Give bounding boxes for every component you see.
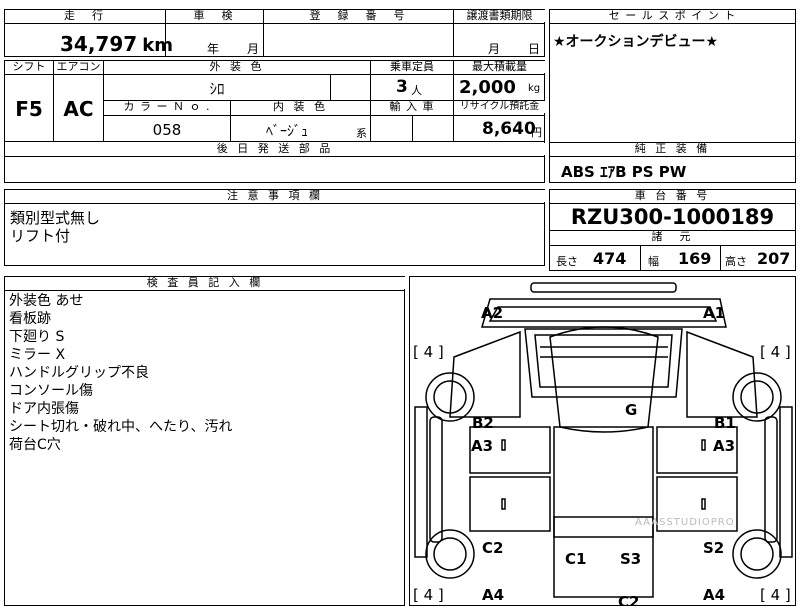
inspector-lines: 外装色 あせ 看板跡 下廻り S ミラー X ハンドルグリップ不良 コンソール傷… — [9, 292, 232, 454]
panel-label-c2: C2 — [482, 539, 504, 557]
spec-height: 207 — [757, 249, 791, 268]
aircon-header: エアコン — [54, 61, 103, 73]
inspection-year-label: 年 — [207, 42, 220, 56]
caution-header: 注 意 事 項 欄 — [5, 190, 545, 202]
inspector-line: ハンドルグリップ不良 — [9, 365, 149, 381]
equipment-header: 純 正 装 備 — [550, 143, 795, 155]
panel-label-b2: B2 — [472, 414, 494, 432]
mileage-header: 走 行 — [5, 10, 165, 22]
capacity-header: 乗車定員 — [371, 61, 453, 73]
max-load-unit: kg — [528, 83, 541, 94]
import-header: 輸 入 車 — [371, 101, 453, 113]
transfer-docs-header: 譲渡書類期限 — [454, 10, 545, 22]
spec-length: 474 — [593, 249, 627, 268]
interior-suffix: 系 — [356, 127, 367, 140]
panel-label-a2: A2 — [481, 304, 504, 322]
color-no-header: カ ラ ー Ｎ ｏ . — [104, 101, 230, 113]
inspector-header: 検 査 員 記 入 欄 — [5, 277, 405, 289]
inspector-line: ミラー X — [9, 347, 66, 363]
exterior-color-header: 外 装 色 — [104, 61, 370, 73]
shift-value: F5 — [15, 97, 43, 121]
capacity-value: 3 — [396, 77, 408, 97]
panel-label-c1: C1 — [565, 550, 587, 568]
caution-lines: 類別型式無し リフト付 — [10, 209, 100, 245]
selling-point-text: ★オークションデビュー★ — [553, 34, 719, 50]
inspector-line: 荷台C穴 — [9, 437, 61, 453]
aircon-value: AC — [63, 97, 94, 121]
inspector-line: 看板跡 — [9, 311, 51, 327]
panel-label-s2: S2 — [703, 539, 725, 557]
tire-tread-bottom-left: [ 4 ] — [413, 586, 444, 604]
inspector-line: コンソール傷 — [9, 383, 93, 399]
interior-color-value: ﾍﾞｰｼﾞｭ — [266, 124, 308, 140]
recycle-unit: 円 — [531, 126, 542, 139]
panel-label-a4-left: A4 — [482, 586, 505, 604]
inspector-line: シート切れ・破れ中、へたり、汚れ — [9, 419, 233, 435]
spec-length-label: 長さ — [556, 255, 578, 268]
panel-label-g: G — [625, 401, 638, 419]
transfer-month-label: 月 — [488, 42, 501, 56]
inspection-month-label: 月 — [247, 42, 260, 56]
panel-label-a4-right: A4 — [703, 586, 726, 604]
equipment-text: ABS ｴｱB PS PW — [561, 163, 687, 181]
spec-width: 169 — [678, 249, 712, 268]
recycle-value: 8,640 — [482, 119, 536, 139]
spec-width-label: 幅 — [648, 255, 659, 268]
inspection-header: 車 検 — [166, 10, 263, 22]
max-load-value: 2,000 — [459, 77, 516, 98]
chassis-header: 車 台 番 号 — [550, 190, 795, 202]
inspector-line: 下廻り S — [9, 329, 65, 345]
inspector-line: ドア内張傷 — [9, 401, 79, 417]
max-load-header: 最大積載量 — [454, 61, 545, 73]
selling-points-header: セ ー ル ス ポ イ ン ト — [550, 10, 795, 22]
truck-outline — [414, 282, 793, 598]
tire-tread-bottom-right: [ 4 ] — [760, 586, 791, 604]
tire-tread-top-right: [ 4 ] — [760, 343, 791, 361]
panel-label-a3-left: A3 — [471, 437, 494, 455]
inspector-line: 外装色 あせ — [9, 293, 84, 309]
panel-label-b1: B1 — [714, 414, 736, 432]
spec-height-label: 高さ — [725, 255, 747, 268]
caution-line: 類別型式無し — [10, 209, 101, 227]
registration-header: 登 録 番 号 — [264, 10, 453, 22]
recycle-header: リサイクル預託金 — [454, 101, 545, 113]
panel-label-s3: S3 — [620, 550, 642, 568]
capacity-unit: 人 — [411, 84, 422, 97]
mileage-unit: km — [142, 35, 174, 56]
specs-header: 諸 元 — [550, 231, 795, 243]
chassis-number: RZU300-1000189 — [570, 205, 775, 229]
later-parts-header: 後 日 発 送 部 品 — [5, 143, 545, 155]
transfer-day-label: 日 — [528, 42, 541, 56]
tire-tread-top-left: [ 4 ] — [413, 343, 444, 361]
panel-label-a3-right: A3 — [713, 437, 736, 455]
interior-color-header: 内 装 色 — [231, 101, 370, 113]
mileage-value: 34,797 — [60, 32, 138, 56]
exterior-color-value: ｼﾛ — [209, 80, 225, 98]
shift-header: シフト — [5, 61, 53, 73]
panel-label-a1: A1 — [703, 304, 726, 322]
caution-line: リフト付 — [10, 227, 71, 245]
watermark: AAASSTUDIOPRO — [635, 517, 735, 528]
color-no-value: 058 — [152, 121, 182, 139]
damage-diagram-box: A2 A1 G B2 B1 A3 A3 C2 C1 S3 S2 A4 A4 C2… — [409, 276, 796, 606]
